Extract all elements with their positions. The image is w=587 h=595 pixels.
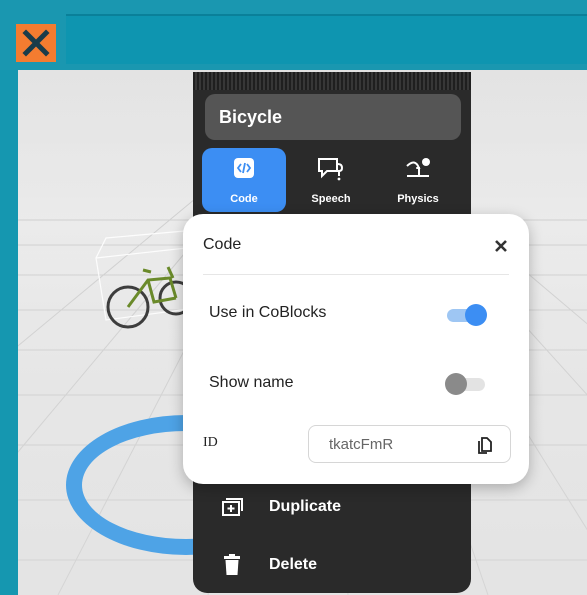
tab-code-label: Code <box>230 193 258 205</box>
top-bar-strip <box>66 14 587 64</box>
show-name-toggle[interactable] <box>445 373 487 395</box>
toggle-knob <box>445 373 467 395</box>
menu-top-edge <box>193 72 471 90</box>
delete-button[interactable]: Delete <box>221 545 461 585</box>
speech-bubble-icon <box>318 158 344 181</box>
object-name-field[interactable]: Bicycle <box>205 94 461 140</box>
duplicate-button[interactable]: Duplicate <box>221 487 461 527</box>
toggle-knob <box>465 304 487 326</box>
id-value: tkatcFmR <box>329 436 394 453</box>
close-icon <box>22 29 50 57</box>
code-popup: Code Use in CoBlocks Show name ID tkatcF… <box>183 214 529 484</box>
tab-code[interactable]: Code <box>202 148 286 212</box>
top-bar <box>0 0 587 70</box>
duplicate-label: Duplicate <box>269 498 342 515</box>
physics-icon <box>406 158 430 177</box>
id-label: ID <box>203 435 218 450</box>
tab-speech-label: Speech <box>311 193 351 205</box>
object-name: Bicycle <box>219 106 283 127</box>
show-name-label: Show name <box>209 374 294 391</box>
id-field[interactable]: tkatcFmR <box>308 425 511 463</box>
copy-icon[interactable] <box>475 434 495 454</box>
divider <box>203 274 509 275</box>
use-in-coblocks-label: Use in CoBlocks <box>209 304 327 321</box>
popup-title: Code <box>203 236 242 253</box>
delete-label: Delete <box>269 556 318 573</box>
use-in-coblocks-toggle[interactable] <box>445 304 487 326</box>
close-icon[interactable] <box>493 238 509 254</box>
tab-physics[interactable]: Physics <box>376 148 460 212</box>
duplicate-icon <box>221 496 243 518</box>
app-frame: Bicycle Code Speech Physics Duplicate De… <box>0 0 587 595</box>
tab-speech[interactable]: Speech <box>289 148 373 212</box>
code-icon <box>234 158 254 178</box>
trash-icon <box>221 554 243 576</box>
tab-physics-label: Physics <box>397 193 439 205</box>
close-button[interactable] <box>16 24 56 62</box>
